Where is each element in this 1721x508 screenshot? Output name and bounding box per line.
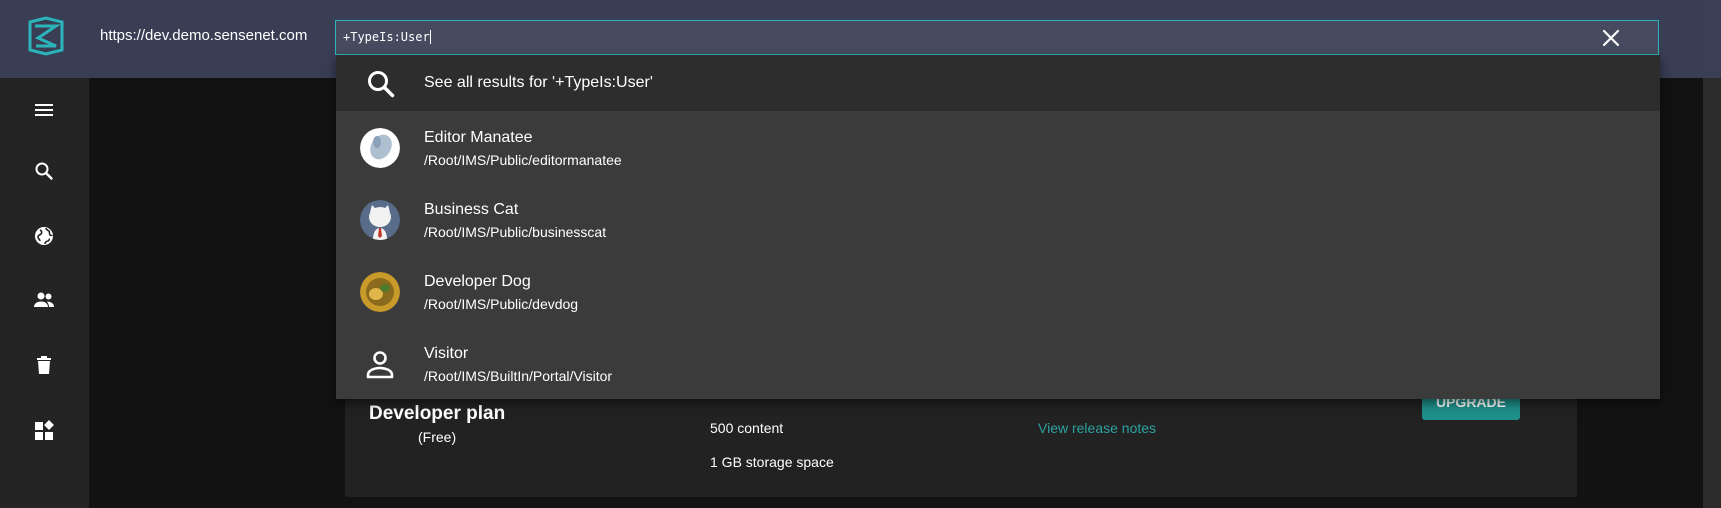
search-results-dropdown: See all results for '+TypeIs:User' Edito…	[336, 55, 1660, 399]
people-icon[interactable]	[32, 288, 56, 312]
close-icon[interactable]	[1599, 26, 1623, 50]
search-input[interactable]: +TypeIs:User	[335, 20, 1659, 55]
plan-feature-storage: 1 GB storage space	[710, 454, 834, 470]
search-icon[interactable]	[32, 159, 56, 183]
see-all-results-item[interactable]: See all results for '+TypeIs:User'	[336, 55, 1660, 111]
sidebar	[0, 78, 89, 508]
plan-subtitle: (Free)	[418, 429, 457, 445]
result-path: /Root/IMS/BuiltIn/Portal/Visitor	[424, 368, 613, 384]
widgets-icon[interactable]	[32, 418, 56, 442]
person-outline-icon	[360, 344, 400, 384]
search-result-item[interactable]: Developer Dog /Root/IMS/Public/devdog	[336, 255, 1660, 327]
plan-card	[345, 394, 1577, 497]
search-input-value[interactable]: +TypeIs:User	[343, 30, 431, 44]
result-path: /Root/IMS/Public/editormanatee	[424, 152, 622, 168]
trash-icon[interactable]	[32, 353, 56, 377]
avatar	[360, 272, 400, 312]
sensenet-logo-icon[interactable]	[26, 16, 66, 56]
search-result-item[interactable]: Business Cat /Root/IMS/Public/businessca…	[336, 183, 1660, 255]
search-result-item[interactable]: Visitor /Root/IMS/BuiltIn/Portal/Visitor	[336, 327, 1660, 399]
plan-title: Developer plan	[369, 403, 506, 424]
result-path: /Root/IMS/Public/businesscat	[424, 224, 607, 240]
page-scrollbar-thumb[interactable]	[1703, 0, 1721, 78]
search-result-item[interactable]: Editor Manatee /Root/IMS/Public/editorma…	[336, 111, 1660, 183]
result-title: Developer Dog	[424, 273, 531, 290]
avatar	[360, 128, 400, 168]
result-title: Business Cat	[424, 201, 519, 218]
plan-feature-content: 500 content	[710, 420, 784, 436]
avatar	[360, 200, 400, 240]
result-path: /Root/IMS/Public/devdog	[424, 296, 579, 312]
result-title: Visitor	[424, 345, 469, 362]
search-icon	[364, 67, 398, 101]
site-url[interactable]: https://dev.demo.sensenet.com	[100, 27, 307, 44]
release-notes-link[interactable]: View release notes	[1038, 420, 1156, 436]
globe-icon[interactable]	[32, 224, 56, 248]
result-title: Editor Manatee	[424, 129, 533, 146]
text-caret	[429, 30, 431, 44]
menu-icon[interactable]	[32, 98, 56, 122]
see-all-results-label: See all results for '+TypeIs:User'	[424, 74, 653, 91]
